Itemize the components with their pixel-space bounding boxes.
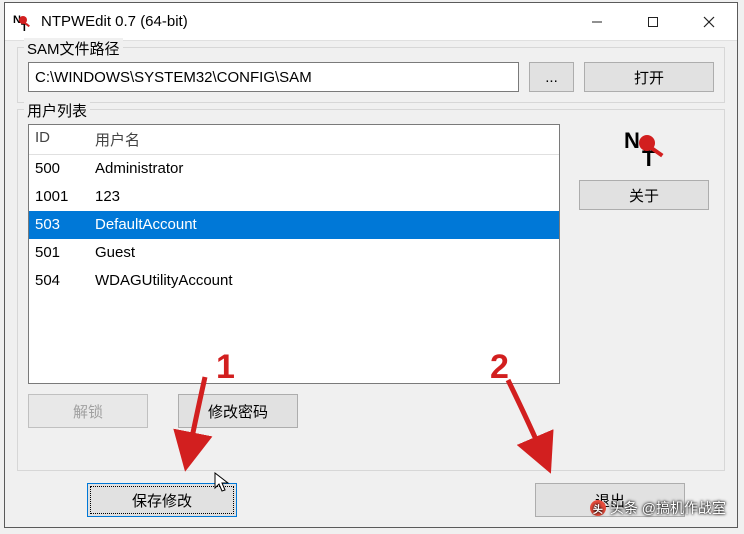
table-row[interactable]: 503DefaultAccount (29, 211, 559, 239)
cell-id: 504 (35, 271, 95, 291)
sam-path-legend: SAM文件路径 (24, 38, 123, 59)
user-listbox[interactable]: ID 用户名 500Administrator1001123503Default… (28, 124, 560, 384)
about-button[interactable]: 关于 (579, 180, 709, 210)
client-area: SAM文件路径 ... 打开 用户列表 ID 用户名 500Administra… (5, 41, 737, 527)
cell-id: 501 (35, 243, 95, 263)
table-row[interactable]: 504WDAGUtilityAccount (29, 267, 559, 295)
user-list-group: 用户列表 ID 用户名 500Administrator1001123503De… (17, 109, 725, 471)
change-password-button[interactable]: 修改密码 (178, 394, 298, 428)
col-header-name: 用户名 (95, 129, 553, 150)
sam-path-group: SAM文件路径 ... 打开 (17, 47, 725, 103)
browse-button[interactable]: ... (529, 62, 574, 92)
user-list-legend: 用户列表 (24, 100, 90, 121)
svg-text:N: N (624, 128, 640, 153)
save-button[interactable]: 保存修改 (87, 483, 237, 517)
cell-name: Administrator (95, 159, 553, 179)
list-header: ID 用户名 (29, 125, 559, 155)
table-row[interactable]: 1001123 (29, 183, 559, 211)
cell-id: 1001 (35, 187, 95, 207)
exit-button[interactable]: 退出 (535, 483, 685, 517)
unlock-button[interactable]: 解锁 (28, 394, 148, 428)
bottom-button-row: 保存修改 退出 (17, 477, 725, 517)
titlebar: NT NTPWEdit 0.7 (64-bit) (5, 3, 737, 41)
cell-name: DefaultAccount (95, 215, 553, 235)
maximize-button[interactable] (625, 3, 681, 40)
window-title: NTPWEdit 0.7 (64-bit) (41, 13, 188, 30)
cell-id: 503 (35, 215, 95, 235)
open-button[interactable]: 打开 (584, 62, 714, 92)
app-window: NT NTPWEdit 0.7 (64-bit) SAM文件路径 ... 打开 … (4, 2, 738, 528)
close-button[interactable] (681, 3, 737, 40)
minimize-button[interactable] (569, 3, 625, 40)
cell-name: 123 (95, 187, 553, 207)
cell-id: 500 (35, 159, 95, 179)
table-row[interactable]: 500Administrator (29, 155, 559, 183)
cell-name: WDAGUtilityAccount (95, 271, 553, 291)
cell-name: Guest (95, 243, 553, 263)
app-logo-icon: NT (622, 128, 666, 168)
col-header-id: ID (35, 129, 95, 150)
sam-path-input[interactable] (28, 62, 519, 92)
app-icon: NT (13, 12, 33, 32)
table-row[interactable]: 501Guest (29, 239, 559, 267)
